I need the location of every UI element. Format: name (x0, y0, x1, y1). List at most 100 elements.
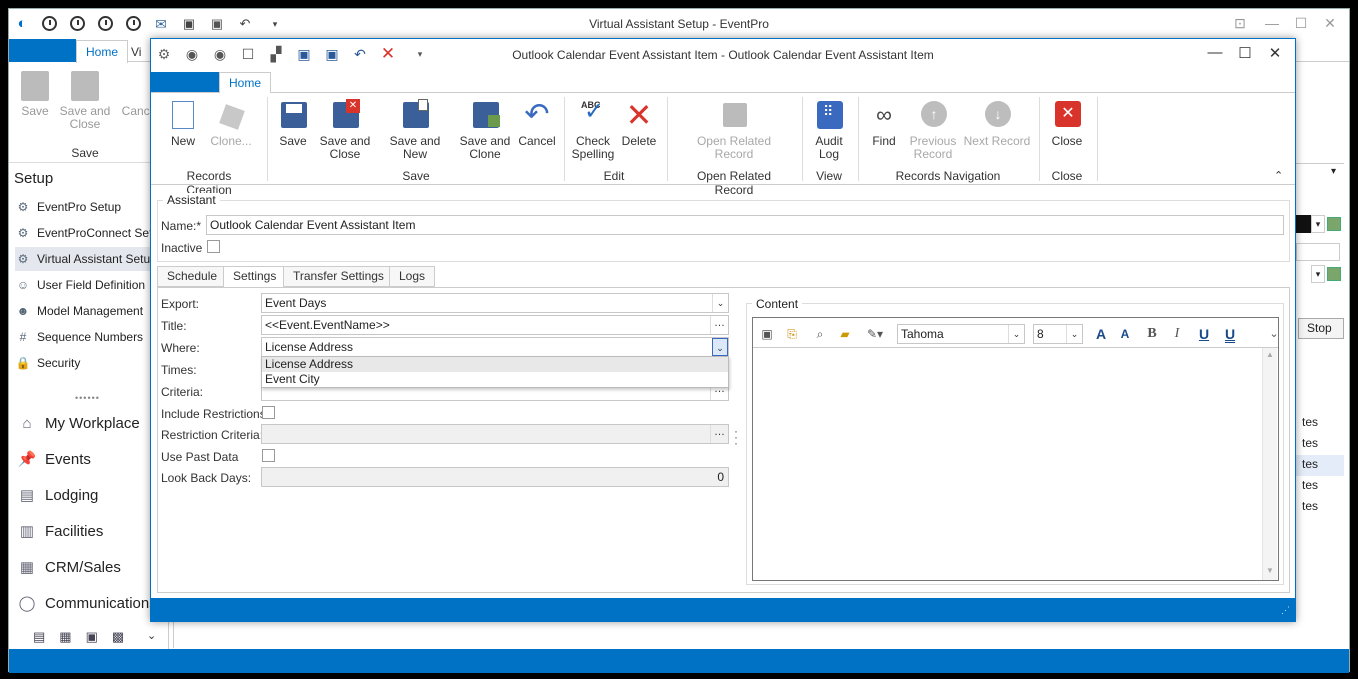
clone-button[interactable]: Clone... (207, 99, 255, 148)
grow-font-icon[interactable]: A (1092, 325, 1110, 343)
splitter-handle[interactable]: · · · (734, 425, 738, 449)
nav-crm-sales[interactable]: ▦ CRM/Sales (17, 553, 121, 583)
chevron-down-icon[interactable]: ▾ (1311, 215, 1325, 233)
save-close-icon[interactable] (71, 71, 99, 101)
shrink-font-icon[interactable]: A (1116, 325, 1134, 343)
list-item[interactable]: tes (1302, 478, 1318, 492)
previous-record-button[interactable]: ↑ Previous Record (907, 99, 959, 161)
splitter-handle[interactable]: •••••• (75, 393, 100, 403)
tab-settings[interactable]: Settings (223, 266, 287, 288)
collapse-ribbon-icon[interactable]: ⌃ (1274, 169, 1283, 182)
save-button[interactable]: Save (17, 105, 53, 118)
next-record-button[interactable]: ↓ Next Record (963, 99, 1031, 148)
export-select[interactable]: Event Days ⌄ (261, 293, 729, 313)
import-icon[interactable]: ⎘ (783, 325, 801, 343)
chevron-down-icon[interactable]: ⌄ (147, 629, 156, 642)
tab-home[interactable]: Home (219, 72, 271, 94)
list-item[interactable]: tes (1302, 499, 1318, 513)
font-select[interactable]: Tahoma ⌄ (897, 324, 1025, 344)
sidebar-item-model-management[interactable]: ☻ Model Management (15, 299, 165, 323)
close-button[interactable]: ✕ (1320, 15, 1340, 32)
chevron-down-icon[interactable]: ⌄ (1265, 325, 1283, 343)
minimize-button[interactable]: — (1262, 15, 1282, 31)
sidebar-item-sequence-numbers[interactable]: # Sequence Numbers (15, 325, 165, 349)
check-spelling-button[interactable]: ABC ✓ Check Spelling (569, 99, 617, 161)
save-button[interactable]: Save (275, 99, 311, 148)
nav-facilities[interactable]: ▥ Facilities (17, 517, 103, 547)
italic-icon[interactable]: I (1168, 325, 1186, 343)
sidebar-item-user-field-definition[interactable]: ☺ User Field Definition (15, 273, 165, 297)
sidebar-item-security[interactable]: 🔒 Security (15, 351, 165, 375)
chevron-down-icon[interactable]: ▾ (1311, 265, 1325, 283)
close-record-button[interactable]: ✕ Close (1047, 99, 1087, 148)
list-item[interactable]: tes (1302, 457, 1318, 471)
sidebar-item-virtual-assistant-setup[interactable]: ⚙ Virtual Assistant Setup (15, 247, 165, 271)
save-icon[interactable] (21, 71, 49, 101)
use-past-data-checkbox[interactable] (262, 449, 275, 462)
tab-logs[interactable]: Logs (389, 266, 436, 287)
dialog-app-menu[interactable] (151, 72, 219, 93)
ellipsis-button[interactable]: … (710, 316, 728, 334)
open-icon[interactable]: ▰ (836, 325, 854, 343)
find-icon[interactable]: ⌕ (811, 325, 829, 343)
main-app-menu[interactable] (9, 39, 76, 62)
dropdown-option[interactable]: License Address (262, 357, 728, 372)
chevron-down-icon[interactable]: ▾ (1331, 166, 1336, 177)
calendar-icon[interactable] (1327, 267, 1341, 281)
chevron-down-icon[interactable]: ⌄ (712, 294, 728, 312)
include-restrictions-checkbox[interactable] (262, 406, 275, 419)
list-item[interactable]: tes (1302, 415, 1318, 429)
tab-transfer-settings[interactable]: Transfer Settings (283, 266, 394, 287)
nav-communications[interactable]: ◯ Communications (17, 589, 157, 619)
right-field[interactable] (1296, 243, 1340, 261)
nav-events[interactable]: 📌 Events (17, 445, 91, 475)
scroll-up-icon[interactable]: ▲ (1266, 350, 1274, 359)
cancel-button[interactable]: ↶ Cancel (517, 99, 557, 148)
sidebar-item-eventproconnect-setup[interactable]: ⚙ EventProConnect Setup (15, 221, 165, 245)
look-back-days-input[interactable]: 0 (261, 467, 729, 487)
maximize-button[interactable]: ☐ (1234, 44, 1256, 62)
font-size-select[interactable]: 8 ⌄ (1033, 324, 1083, 344)
chevron-down-icon[interactable]: ⌄ (1008, 325, 1024, 343)
nav-footer-icons[interactable]: ▤▦▣▩ (33, 629, 138, 645)
main-tab-home[interactable]: Home (76, 40, 128, 63)
find-button[interactable]: ∞ Find (863, 99, 905, 148)
dropdown-option[interactable]: Event City (262, 372, 728, 387)
where-select[interactable]: License Address ⌄ (261, 337, 729, 357)
minimize-button[interactable]: — (1204, 44, 1226, 61)
maximize-button[interactable]: ☐ (1291, 15, 1311, 32)
save-and-close-button[interactable]: Save and Close (59, 105, 111, 131)
sidebar-item-eventpro-setup[interactable]: ⚙ EventPro Setup (15, 195, 165, 219)
inactive-checkbox[interactable] (207, 240, 220, 253)
title-input[interactable]: <<Event.EventName>>… (261, 315, 729, 335)
close-button[interactable]: ✕ (1264, 44, 1286, 62)
tab-schedule[interactable]: Schedule (157, 266, 228, 287)
resize-grip-icon[interactable]: ⋰ (1281, 605, 1290, 616)
delete-button[interactable]: ✕ Delete (619, 99, 659, 148)
restriction-criteria-input[interactable]: … (261, 424, 729, 444)
ellipsis-button[interactable]: … (710, 425, 728, 443)
scroll-down-icon[interactable]: ▼ (1266, 566, 1274, 575)
pin-icon[interactable]: ⊡ (1230, 15, 1250, 32)
format-icon[interactable]: ✎▾ (861, 325, 889, 343)
chevron-down-icon[interactable]: ⌄ (1066, 325, 1082, 343)
double-underline-icon[interactable]: U (1221, 325, 1239, 343)
underline-icon[interactable]: U (1195, 325, 1213, 343)
save-and-close-button[interactable]: ✕ Save and Close (317, 99, 373, 161)
nav-my-workplace[interactable]: ⌂ My Workplace (17, 409, 139, 439)
list-item[interactable]: tes (1302, 436, 1318, 450)
main-tab-vi[interactable]: Vi (131, 45, 141, 59)
save-icon[interactable]: ▣ (758, 325, 776, 343)
name-input[interactable]: Outlook Calendar Event Assistant Item (206, 215, 1284, 235)
nav-lodging[interactable]: ▤ Lodging (17, 481, 98, 511)
new-button[interactable]: New (163, 99, 203, 148)
editor-scrollbar[interactable]: ▲ ▼ (1262, 348, 1277, 580)
save-and-new-button[interactable]: Save and New (379, 99, 451, 161)
calendar-icon[interactable] (1327, 217, 1341, 231)
bold-icon[interactable]: B (1143, 325, 1161, 343)
audit-log-button[interactable]: ⠿ Audit Log (807, 99, 851, 161)
chevron-down-icon[interactable]: ⌄ (712, 338, 728, 356)
open-related-record-button[interactable]: Open Related Record (681, 99, 787, 161)
stop-button[interactable]: Stop (1298, 318, 1344, 339)
save-and-clone-button[interactable]: Save and Clone (457, 99, 513, 161)
